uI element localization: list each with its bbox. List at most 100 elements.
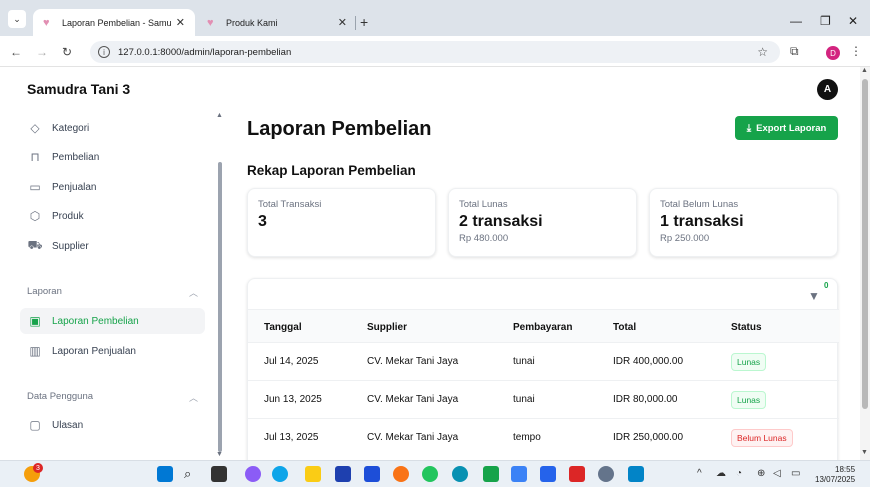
stat-card-total-transaksi: Total Transaksi 3 <box>247 188 436 257</box>
taskbar: 3 ⌕ ^ ☁ ◔ ⊕ ◁ ▭ 18:55 13/07/2025 <box>0 460 870 487</box>
cell-total: IDR 250,000.00 <box>613 432 684 443</box>
new-tab-button[interactable]: + <box>360 14 368 30</box>
stat-value: 1 transaksi <box>660 213 744 230</box>
url-field[interactable]: i 127.0.0.1:8000/admin/laporan-pembelian… <box>90 41 780 63</box>
chevron-up-icon[interactable]: ︿ <box>189 391 198 404</box>
start-icon[interactable] <box>157 466 173 482</box>
terminal-icon[interactable] <box>483 466 499 482</box>
page-title: Laporan Pembelian <box>247 118 432 140</box>
browser-tab-active[interactable]: ♥ Laporan Pembelian - Samudra T ✕ <box>33 9 195 36</box>
close-window-icon[interactable]: ✕ <box>848 14 858 28</box>
vscode-icon[interactable] <box>511 466 527 482</box>
firefox-icon[interactable] <box>393 466 409 482</box>
profile-avatar[interactable]: D <box>826 46 840 60</box>
store-icon[interactable] <box>335 466 351 482</box>
sidebar: ◇ Kategori ⊓ Pembelian ▭ Penjualan ⬡ Pro… <box>0 112 228 460</box>
cell-tanggal: Jul 14, 2025 <box>264 356 319 367</box>
column-header-total[interactable]: Total <box>613 322 636 333</box>
group-label-data-pengguna: Data Pengguna <box>27 391 94 402</box>
app-tray-icon[interactable]: ◔ <box>736 468 742 479</box>
table-row[interactable]: Jul 13, 2025 CV. Mekar Tani Jaya tempo I… <box>248 419 839 457</box>
bookmark-star-icon[interactable]: ☆ <box>757 45 768 59</box>
extensions-icon[interactable]: ⧉ <box>790 44 799 59</box>
sidebar-item-penjualan[interactable]: ▭ Penjualan <box>20 174 205 200</box>
purchase-report-table: ▼ 0 Tanggal Supplier Pembayaran Total St… <box>247 278 839 460</box>
task-view-icon[interactable] <box>211 466 227 482</box>
sidebar-scroll-down-icon[interactable]: ▼ <box>216 451 223 458</box>
stat-label: Total Lunas <box>459 199 508 210</box>
reload-icon[interactable]: ↻ <box>62 45 72 59</box>
table-row[interactable]: Jul 14, 2025 CV. Mekar Tani Jaya tunai I… <box>248 343 839 381</box>
sidebar-item-laporan-pembelian[interactable]: ▣ Laporan Pembelian <box>20 308 205 334</box>
site-info-icon[interactable]: i <box>98 46 110 58</box>
sidebar-item-label: Laporan Pembelian <box>52 315 139 327</box>
column-header-pembayaran[interactable]: Pembayaran <box>513 322 572 333</box>
sidebar-item-supplier[interactable]: ⛟ Supplier <box>20 233 205 259</box>
sidebar-item-pembelian[interactable]: ⊓ Pembelian <box>20 144 205 170</box>
chevron-up-icon[interactable]: ︿ <box>189 286 198 299</box>
browser-menu-icon[interactable]: ⋮ <box>850 44 862 58</box>
column-header-supplier[interactable]: Supplier <box>367 322 407 333</box>
app-icon[interactable] <box>452 466 468 482</box>
search-icon[interactable]: ⌕ <box>184 466 200 482</box>
forward-icon[interactable]: → <box>36 45 48 59</box>
export-button-label: Export Laporan <box>756 122 827 134</box>
clock[interactable]: 18:55 13/07/2025 <box>815 465 855 485</box>
chevron-up-icon[interactable]: ^ <box>697 468 702 479</box>
sidebar-item-produk[interactable]: ⬡ Produk <box>20 203 205 229</box>
truck-icon: ⛟ <box>27 238 43 252</box>
status-badge: Belum Lunas <box>731 429 793 447</box>
scroll-up-icon[interactable]: ▲ <box>861 67 868 74</box>
browser-tab-bar: ⌄ ♥ Laporan Pembelian - Samudra T ✕ ♥ Pr… <box>0 0 870 36</box>
pdf-icon[interactable] <box>569 466 585 482</box>
close-tab-icon[interactable]: ✕ <box>176 16 185 29</box>
cell-tanggal: Jul 13, 2025 <box>264 432 319 443</box>
clock-time: 18:55 <box>835 465 856 474</box>
sidebar-item-laporan-penjualan[interactable]: ▥ Laporan Penjualan <box>20 338 205 364</box>
scroll-down-icon[interactable]: ▼ <box>861 449 868 456</box>
tab-search-dropdown-icon[interactable]: ⌄ <box>8 10 26 28</box>
cell-supplier: CV. Mekar Tani Jaya <box>367 394 459 405</box>
table-row[interactable]: Jun 13, 2025 CV. Mekar Tani Jaya tunai I… <box>248 381 839 419</box>
url-text: 127.0.0.1:8000/admin/laporan-pembelian <box>118 46 292 58</box>
copilot-icon[interactable] <box>245 466 261 482</box>
restore-icon[interactable]: ❐ <box>820 14 831 28</box>
sidebar-item-label: Ulasan <box>52 419 84 431</box>
shopping-bag-icon: ⊓ <box>30 150 40 164</box>
column-header-tanggal[interactable]: Tanggal <box>264 322 302 333</box>
settings-icon[interactable] <box>598 466 614 482</box>
tag-icon: ◇ <box>30 121 40 135</box>
sidebar-item-kategori[interactable]: ◇ Kategori <box>20 115 205 141</box>
cell-pembayaran: tempo <box>513 432 541 443</box>
sidebar-scrollbar[interactable] <box>218 162 222 452</box>
user-avatar[interactable]: A <box>817 79 838 100</box>
language-icon[interactable]: ⊕ <box>757 468 765 479</box>
download-icon: ⤓ <box>746 122 752 134</box>
app-window-icon[interactable] <box>540 466 556 482</box>
tab-separator <box>355 16 356 30</box>
page-scrollbar[interactable]: ▲ ▼ <box>860 67 870 460</box>
chrome-icon[interactable] <box>422 466 438 482</box>
browser-tab-inactive[interactable]: ♥ Produk Kami ✕ <box>197 9 357 36</box>
app-header: Samudra Tani 3 A <box>0 67 860 112</box>
cloud-icon[interactable]: ☁ <box>716 468 726 479</box>
minimize-icon[interactable]: — <box>790 14 802 28</box>
sidebar-item-label: Supplier <box>52 240 89 252</box>
back-icon[interactable]: ← <box>10 45 22 59</box>
app-l-icon[interactable] <box>364 466 380 482</box>
column-header-status[interactable]: Status <box>731 322 762 333</box>
address-bar: ← → ↻ i 127.0.0.1:8000/admin/laporan-pem… <box>0 36 870 67</box>
sidebar-scroll-up-icon[interactable]: ▲ <box>216 112 223 119</box>
page-scrollbar-thumb[interactable] <box>862 79 868 409</box>
edge-icon[interactable] <box>272 466 288 482</box>
volume-icon[interactable]: ◁ <box>773 468 781 479</box>
filter-icon[interactable]: ▼ <box>808 289 820 303</box>
file-explorer-icon[interactable] <box>305 466 321 482</box>
sidebar-item-label: Laporan Penjualan <box>52 345 136 357</box>
export-button[interactable]: ⤓ Export Laporan <box>735 116 838 140</box>
sidebar-item-ulasan[interactable]: ▢ Ulasan <box>20 412 205 438</box>
battery-icon[interactable]: ▭ <box>791 468 800 479</box>
close-tab-icon[interactable]: ✕ <box>338 16 347 29</box>
photos-icon[interactable] <box>628 466 644 482</box>
stat-card-total-lunas: Total Lunas 2 transaksi Rp 480.000 <box>448 188 637 257</box>
